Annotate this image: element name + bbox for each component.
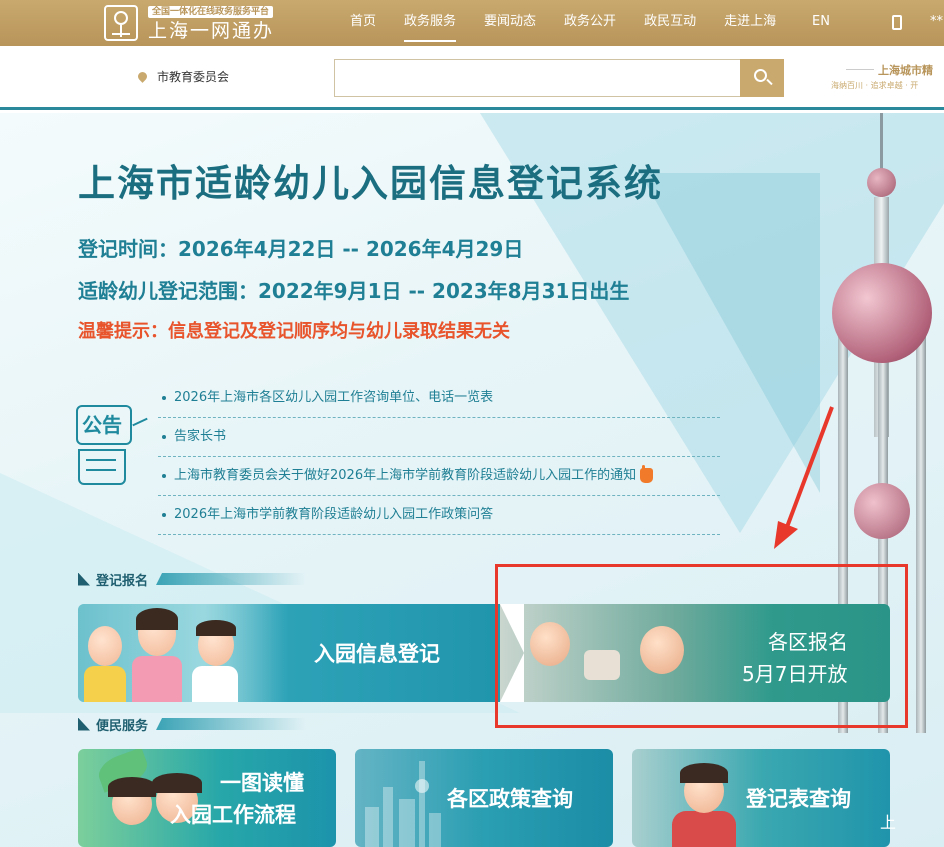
- nav-item-interaction[interactable]: 政民互动: [630, 0, 710, 46]
- city-spirit-motto: 海纳百川 · 追求卓越 · 开: [831, 81, 919, 90]
- page-title: 上海市适龄幼儿入园信息登记系统: [78, 162, 663, 205]
- section-header-services: 便民服务: [78, 716, 307, 734]
- bullet-icon: [162, 434, 166, 439]
- main-nav: 首页 政务服务 要闻动态 政务公开 政民互动 走进上海: [336, 0, 790, 46]
- city-spirit-title: 上海城市精: [878, 64, 933, 77]
- location-pin-icon: [136, 70, 149, 83]
- warm-tip: 温馨提示：信息登记及登记顺序均与幼儿录取结果无关: [78, 321, 510, 342]
- nav-item-home[interactable]: 首页: [336, 0, 390, 46]
- registration-time: 登记时间：2026年4月22日 -- 2026年4月29日: [78, 237, 524, 261]
- annotation-highlight-box: [495, 564, 908, 728]
- section-header-registration: 登记报名: [78, 571, 307, 589]
- notice-link-parents-letter[interactable]: 告家长书: [158, 418, 720, 457]
- bullet-icon: [162, 512, 166, 517]
- children-photo: [78, 604, 288, 702]
- notice-link-policy-faq[interactable]: 2026年上海市学前教育阶段适龄幼儿入园工作政策问答: [158, 496, 720, 535]
- search-button[interactable]: [740, 59, 784, 97]
- enrollment-registration-button[interactable]: 入园信息登记: [78, 604, 512, 702]
- nav-item-public-info[interactable]: 政务公开: [550, 0, 630, 46]
- nav-truncated-item[interactable]: **: [930, 0, 943, 44]
- divider: [846, 69, 874, 70]
- announcement-icon: 公告: [76, 405, 152, 485]
- mobile-phone-icon[interactable]: [892, 15, 902, 30]
- logo-name: 上海一网通办: [148, 20, 275, 42]
- registration-form-query-button[interactable]: 登记表查询: [632, 749, 890, 847]
- department-location[interactable]: 市教育委员会: [157, 68, 229, 85]
- hero-section: 上海市适龄幼儿入园信息登记系统 登记时间：2026年4月22日 -- 2026年…: [0, 113, 944, 847]
- language-en-link[interactable]: EN: [812, 0, 830, 44]
- nav-item-news[interactable]: 要闻动态: [470, 0, 550, 46]
- registration-range: 适龄幼儿登记范围：2022年9月1日 -- 2023年8月31日出生: [78, 279, 630, 303]
- section-marker-icon: [78, 717, 90, 731]
- logo-tagline: 全国一体化在线政务服务平台: [148, 6, 274, 18]
- notice-list: 2026年上海市各区幼儿入园工作咨询单位、电话一览表 告家长书 上海市教育委员会…: [158, 379, 720, 535]
- search-bar: 市教育委员会 上海城市精 海纳百川 · 追求卓越 · 开: [0, 46, 944, 110]
- top-nav: 全国一体化在线政务服务平台 上海一网通办 首页 政务服务 要闻动态 政务公开 政…: [0, 0, 944, 46]
- truncated-text: 上: [880, 813, 897, 832]
- nav-item-gov-services[interactable]: 政务服务: [390, 0, 470, 46]
- search-input[interactable]: [334, 59, 740, 97]
- emblem-icon: [104, 5, 138, 41]
- district-policy-button[interactable]: 各区政策查询: [355, 749, 613, 847]
- section-marker-icon: [78, 572, 90, 586]
- process-infographic-button[interactable]: 一图读懂 入园工作流程: [78, 749, 336, 847]
- site-logo[interactable]: 全国一体化在线政务服务平台 上海一网通办: [104, 5, 304, 42]
- pointer-hand-icon: [640, 465, 654, 483]
- bullet-icon: [162, 395, 166, 400]
- notice-link-contacts[interactable]: 2026年上海市各区幼儿入园工作咨询单位、电话一览表: [158, 379, 720, 418]
- annotation-arrow-icon: [774, 406, 834, 549]
- bullet-icon: [162, 473, 166, 478]
- nav-item-about-shanghai[interactable]: 走进上海: [710, 0, 790, 46]
- search-icon: [754, 69, 767, 82]
- enrollment-registration-label: 入园信息登记: [314, 642, 440, 666]
- notice-link-official-notice[interactable]: 上海市教育委员会关于做好2026年上海市学前教育阶段适龄幼儿入园工作的通知: [158, 457, 720, 496]
